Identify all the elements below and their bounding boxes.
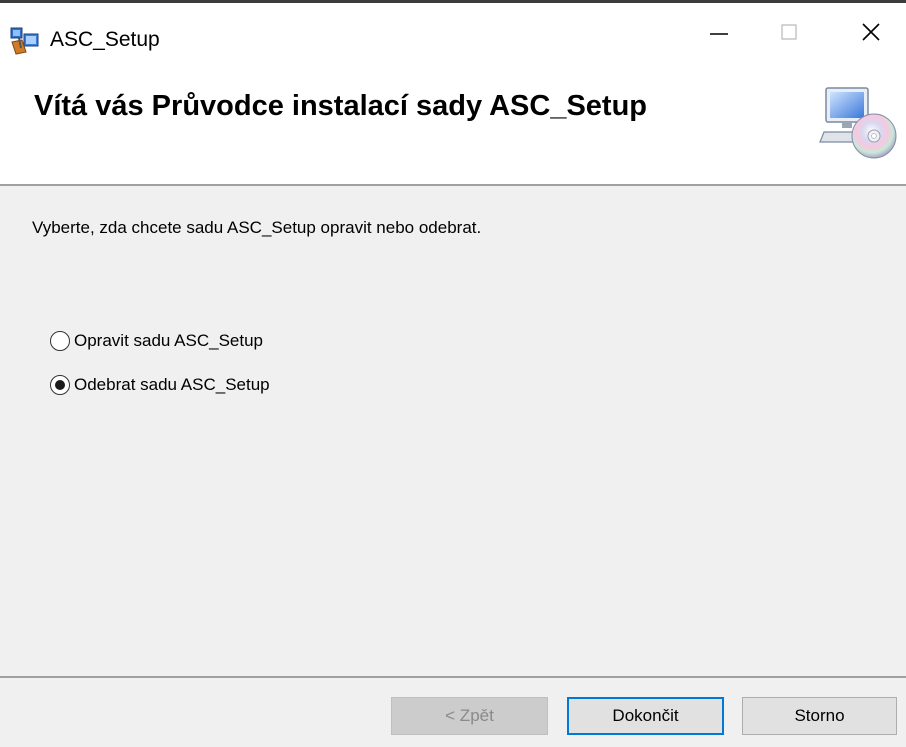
minimize-icon bbox=[708, 21, 730, 48]
installer-icon bbox=[8, 24, 42, 56]
close-button[interactable] bbox=[836, 10, 906, 58]
repair-radio[interactable] bbox=[50, 331, 70, 351]
repair-option[interactable]: Opravit sadu ASC_Setup bbox=[50, 330, 263, 352]
installer-window: ASC_Setup Vítá vás Průvodce instalací sa… bbox=[0, 0, 906, 747]
remove-radio[interactable] bbox=[50, 375, 70, 395]
cancel-button[interactable]: Storno bbox=[742, 697, 897, 735]
minimize-button[interactable] bbox=[684, 10, 754, 58]
finish-button[interactable]: Dokončit bbox=[567, 697, 724, 735]
radio-selected-dot bbox=[55, 380, 65, 390]
back-button[interactable]: < Zpět bbox=[391, 697, 548, 735]
window-title: ASC_Setup bbox=[50, 28, 160, 51]
instruction-text: Vyberte, zda chcete sadu ASC_Setup oprav… bbox=[32, 218, 482, 237]
remove-option-label: Odebrat sadu ASC_Setup bbox=[74, 375, 270, 394]
header-banner: Vítá vás Průvodce instalací sady ASC_Set… bbox=[0, 58, 906, 185]
close-icon bbox=[859, 20, 883, 49]
button-bar: < Zpět Dokončit Storno bbox=[0, 678, 906, 747]
page-title: Vítá vás Průvodce instalací sady ASC_Set… bbox=[34, 90, 648, 122]
maximize-button[interactable] bbox=[754, 10, 824, 58]
maximize-icon bbox=[778, 21, 800, 48]
computer-cd-icon bbox=[818, 80, 898, 160]
repair-option-label: Opravit sadu ASC_Setup bbox=[74, 331, 264, 350]
remove-option[interactable]: Odebrat sadu ASC_Setup bbox=[50, 374, 270, 396]
dialog-body: Vyberte, zda chcete sadu ASC_Setup oprav… bbox=[0, 186, 906, 676]
title-bar[interactable]: ASC_Setup bbox=[0, 0, 906, 58]
